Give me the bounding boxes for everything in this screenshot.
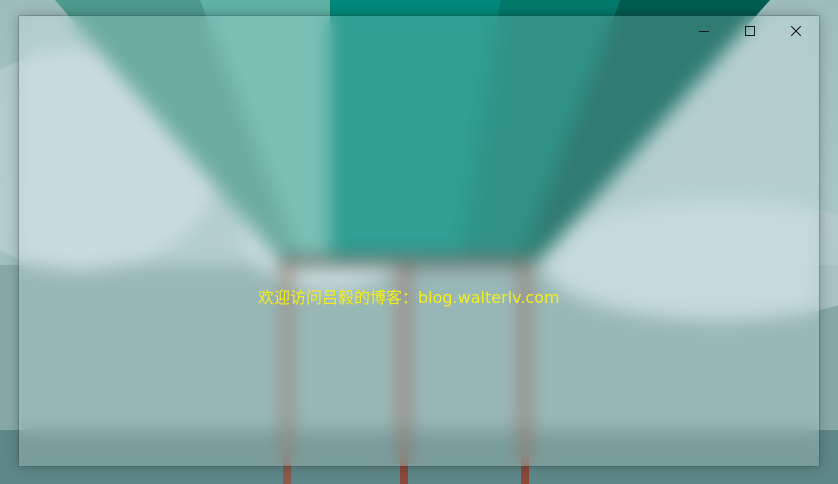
app-window[interactable]: 欢迎访问吕毅的博客：blog.walterlv.com: [19, 16, 819, 466]
close-icon: [791, 26, 801, 36]
window-tint-overlay: [19, 16, 819, 466]
maximize-icon: [745, 26, 755, 36]
caption-buttons: [681, 16, 819, 46]
minimize-icon: [699, 31, 709, 32]
minimize-button[interactable]: [681, 16, 727, 46]
welcome-message: 欢迎访问吕毅的博客：blog.walterlv.com: [258, 288, 560, 307]
close-button[interactable]: [773, 16, 819, 46]
maximize-button[interactable]: [727, 16, 773, 46]
